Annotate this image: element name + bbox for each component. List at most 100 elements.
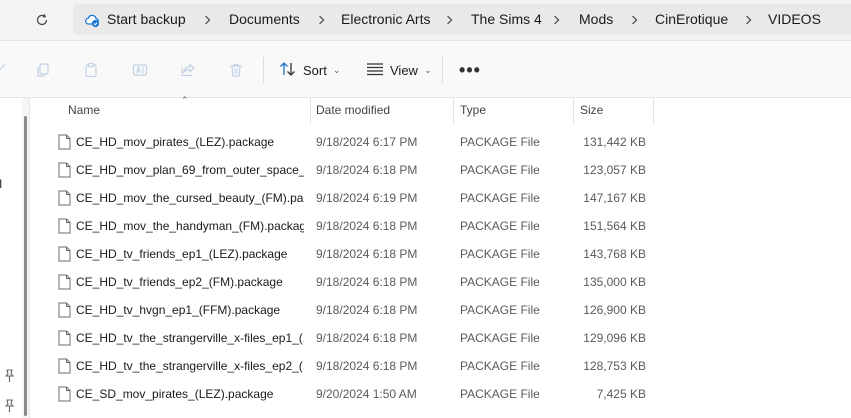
rename-icon[interactable] (130, 60, 150, 80)
navigation-pane: nal s (0, 98, 22, 418)
sort-label: Sort (303, 62, 327, 78)
view-list-icon (366, 62, 384, 79)
start-backup-button[interactable]: Start backup (107, 4, 186, 35)
scrollbar-thumb[interactable] (24, 116, 27, 416)
file-size: 129,096 KB (583, 331, 646, 345)
file-row[interactable]: CE_HD_tv_the_strangerville_x-files_ep1_(… (36, 324, 851, 352)
file-row[interactable]: CE_HD_tv_the_strangerville_x-files_ep2_(… (36, 352, 851, 380)
file-name: CE_HD_tv_friends_ep2_(FM).package (76, 275, 283, 289)
file-type: PACKAGE File (460, 247, 540, 261)
file-date-modified: 9/18/2024 6:17 PM (316, 135, 418, 149)
file-icon (58, 302, 71, 318)
file-row[interactable]: CE_SD_mov_pirates_(LEZ).package 9/20/2024… (36, 380, 851, 408)
file-icon (58, 330, 71, 346)
breadcrumb-item-videos[interactable]: VIDEOS (768, 4, 821, 35)
file-row[interactable]: CE_HD_mov_pirates_(LEZ).package 9/18/2024… (36, 128, 851, 156)
file-icon (58, 134, 71, 150)
file-row[interactable]: CE_HD_mov_plan_69_from_outer_space_... 9/… (36, 156, 851, 184)
file-size: 147,167 KB (583, 191, 646, 205)
file-date-modified: 9/18/2024 6:18 PM (316, 219, 418, 233)
file-row[interactable]: CE_HD_tv_hvgn_ep1_(FFM).package 9/18/2024… (36, 296, 851, 324)
sort-button[interactable]: Sort ⌄ (279, 58, 340, 82)
nav-item-label[interactable]: nal (0, 177, 2, 191)
breadcrumb-item-electronic-arts[interactable]: Electronic Arts (341, 4, 430, 35)
file-size: 151,564 KB (583, 219, 646, 233)
file-name: CE_HD_tv_the_strangerville_x-files_ep1_(… (76, 331, 304, 345)
file-icon (58, 162, 71, 178)
paste-icon[interactable] (81, 60, 101, 80)
file-icon (58, 218, 71, 234)
file-name: CE_HD_mov_pirates_(LEZ).package (76, 135, 275, 149)
chevron-right-icon[interactable] (741, 4, 755, 35)
file-size: 128,753 KB (583, 359, 646, 373)
file-date-modified: 9/18/2024 6:18 PM (316, 331, 418, 345)
file-row[interactable]: CE_HD_tv_friends_ep2_(FM).package 9/18/20… (36, 268, 851, 296)
file-type: PACKAGE File (460, 275, 540, 289)
file-date-modified: 9/18/2024 6:18 PM (316, 303, 418, 317)
file-date-modified: 9/18/2024 6:18 PM (316, 359, 418, 373)
pin-icon[interactable] (3, 369, 15, 383)
column-header-row: ⌃ Name Date modified Type Size (36, 95, 851, 124)
column-divider[interactable] (573, 98, 574, 124)
pin-icon[interactable] (3, 399, 15, 413)
breadcrumb[interactable]: Start backup Documents Electronic Arts T… (73, 4, 851, 35)
file-date-modified: 9/18/2024 6:19 PM (316, 191, 418, 205)
column-header-type[interactable]: Type (460, 103, 486, 117)
chevron-right-icon[interactable] (314, 4, 328, 35)
chevron-right-icon[interactable] (627, 4, 641, 35)
chevron-down-icon: ⌄ (332, 64, 341, 75)
cut-icon[interactable] (0, 60, 10, 80)
share-icon[interactable] (178, 60, 198, 80)
file-date-modified: 9/18/2024 6:18 PM (316, 163, 418, 177)
file-size: 135,000 KB (583, 275, 646, 289)
file-row[interactable]: CE_HD_mov_the_cursed_beauty_(FM).pa... 9/… (36, 184, 851, 212)
file-row[interactable]: CE_HD_tv_friends_ep1_(LEZ).package 9/18/2… (36, 240, 851, 268)
chevron-down-icon: ⌄ (423, 64, 432, 75)
copy-icon[interactable] (33, 60, 53, 80)
file-type: PACKAGE File (460, 191, 540, 205)
address-bar-row: Start backup Documents Electronic Arts T… (0, 0, 851, 40)
column-divider[interactable] (653, 98, 654, 124)
file-type: PACKAGE File (460, 303, 540, 317)
command-bar: Sort ⌄ View ⌄ ••• (0, 40, 851, 98)
navigation-scrollbar[interactable] (22, 98, 30, 418)
column-header-size[interactable]: Size (580, 103, 603, 117)
breadcrumb-item-documents[interactable]: Documents (229, 4, 300, 35)
file-icon (58, 386, 71, 402)
file-list: ⌃ Name Date modified Type Size CE_HD_mov… (36, 95, 851, 418)
file-name: CE_HD_tv_hvgn_ep1_(FFM).package (76, 303, 281, 317)
chevron-right-icon[interactable] (549, 4, 563, 35)
file-size: 7,425 KB (596, 387, 646, 401)
file-name: CE_HD_mov_plan_69_from_outer_space_... (76, 163, 304, 177)
cloud-backup-icon (84, 12, 100, 28)
refresh-icon[interactable] (30, 8, 54, 32)
toolbar-divider (442, 57, 443, 83)
chevron-right-icon[interactable] (442, 4, 456, 35)
file-icon (58, 358, 71, 374)
file-name: CE_HD_tv_the_strangerville_x-files_ep2_(… (76, 359, 304, 373)
file-date-modified: 9/20/2024 1:50 AM (316, 387, 417, 401)
file-name: CE_HD_mov_the_handyman_(FM).package (76, 219, 304, 233)
file-size: 131,442 KB (583, 135, 646, 149)
breadcrumb-item-mods[interactable]: Mods (579, 4, 613, 35)
file-size: 123,057 KB (583, 163, 646, 177)
file-type: PACKAGE File (460, 331, 540, 345)
column-header-date-modified[interactable]: Date modified (316, 103, 390, 117)
file-name: CE_HD_mov_the_cursed_beauty_(FM).pa... (76, 191, 304, 205)
more-options-button[interactable]: ••• (458, 58, 482, 82)
breadcrumb-item-cinerotique[interactable]: CinErotique (655, 4, 728, 35)
breadcrumb-item-the-sims-4[interactable]: The Sims 4 (471, 4, 542, 35)
sort-ascending-icon: ⌃ (181, 95, 189, 105)
column-header-name[interactable]: Name (68, 103, 100, 117)
file-size: 143,768 KB (583, 247, 646, 261)
file-icon (58, 246, 71, 262)
file-type: PACKAGE File (460, 387, 540, 401)
file-type: PACKAGE File (460, 135, 540, 149)
chevron-right-icon[interactable] (200, 4, 214, 35)
file-row[interactable]: CE_HD_mov_the_handyman_(FM).package 9/18/… (36, 212, 851, 240)
view-button[interactable]: View ⌄ (366, 58, 432, 82)
delete-icon[interactable] (226, 60, 246, 80)
column-divider[interactable] (453, 98, 454, 124)
column-divider[interactable] (310, 98, 311, 124)
file-date-modified: 9/18/2024 6:18 PM (316, 275, 418, 289)
